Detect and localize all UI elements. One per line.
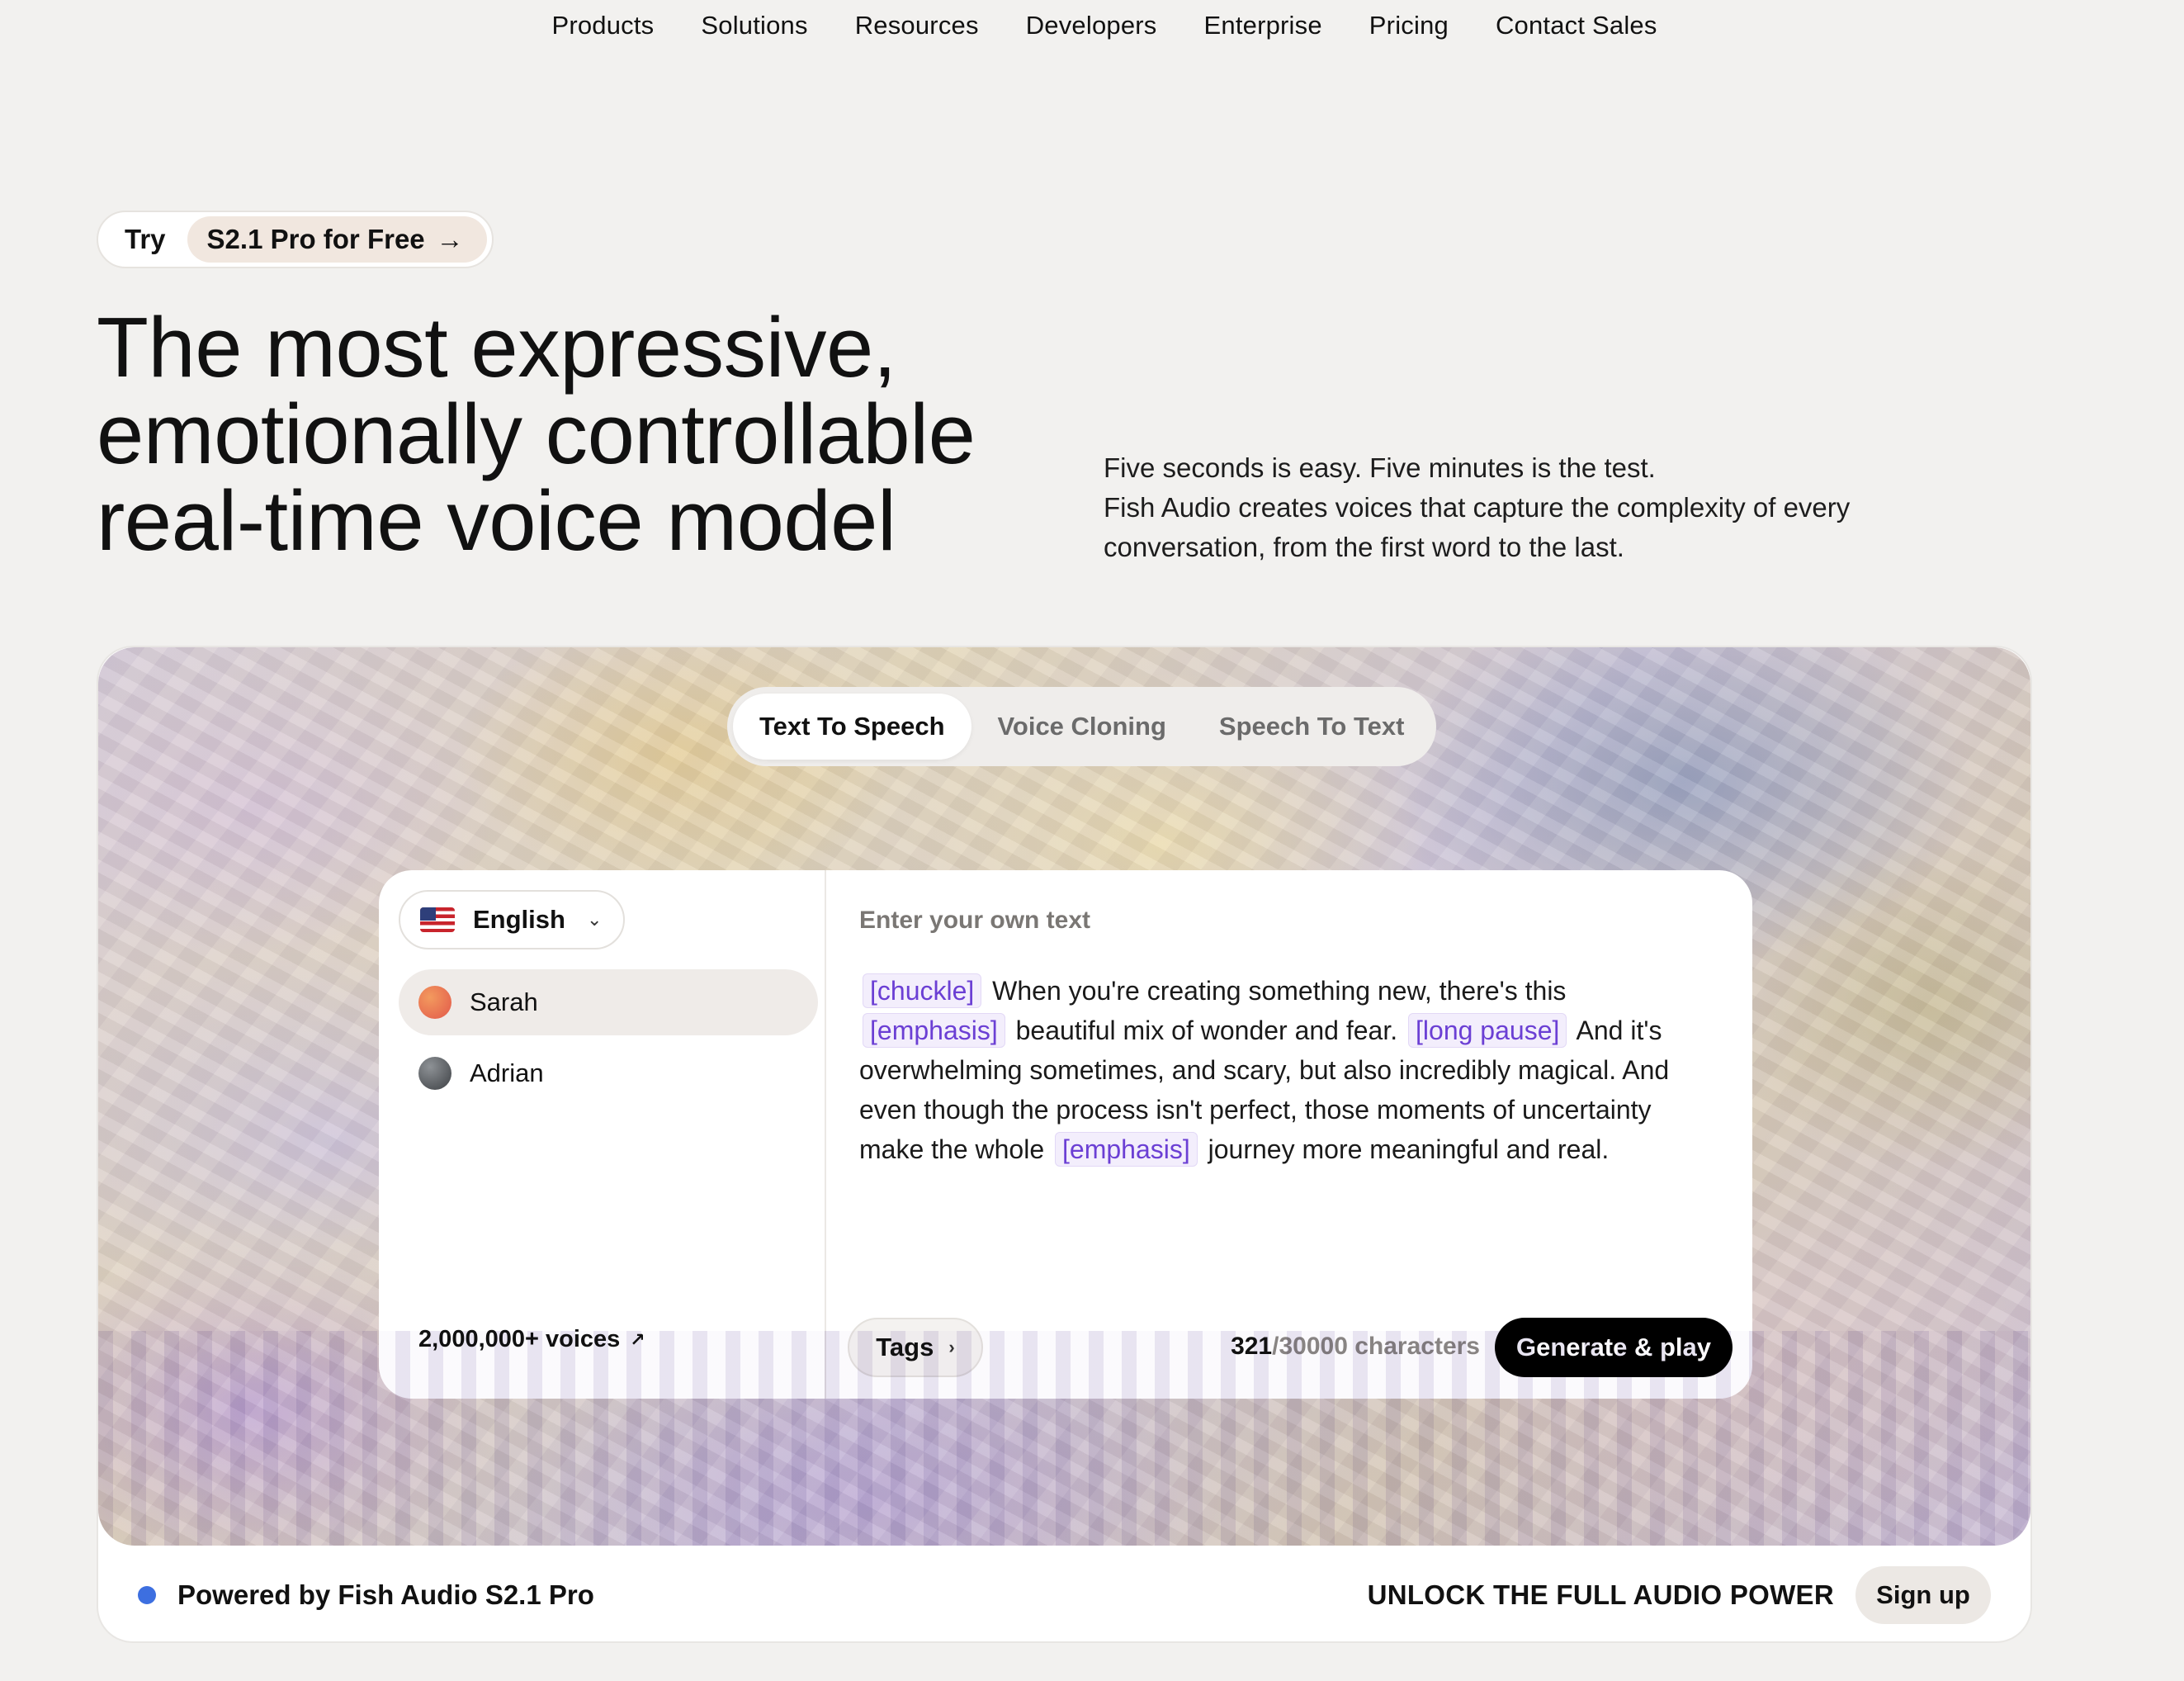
- text-segment: journey more meaningful and real.: [1208, 1134, 1610, 1164]
- mode-tabs: Text To Speech Voice Cloning Speech To T…: [727, 687, 1437, 766]
- powered-by-label: Powered by Fish Audio S2.1 Pro: [177, 1579, 594, 1610]
- tab-text-to-speech[interactable]: Text To Speech: [733, 694, 971, 760]
- demo-footer: Powered by Fish Audio S2.1 Pro UNLOCK TH…: [98, 1546, 2030, 1641]
- text-segment: beautiful mix of wonder and fear.: [1015, 1016, 1398, 1045]
- emotion-tag[interactable]: [emphasis]: [1055, 1132, 1198, 1167]
- nav-developers[interactable]: Developers: [1026, 11, 1157, 40]
- nav-contact-sales[interactable]: Contact Sales: [1496, 11, 1657, 40]
- tts-panel: English ⌄ Sarah Adrian 2,000,000+ voices…: [379, 870, 1752, 1399]
- chevron-right-icon: ›: [948, 1337, 955, 1357]
- arrow-up-right-icon: ↗: [630, 1328, 645, 1350]
- nav-solutions[interactable]: Solutions: [701, 11, 807, 40]
- us-flag-icon: [420, 907, 455, 932]
- voice-item-sarah[interactable]: Sarah: [399, 969, 818, 1035]
- headline-line: real-time voice model: [97, 473, 896, 568]
- nav-products[interactable]: Products: [551, 11, 654, 40]
- voices-link-label: 2,000,000+ voices: [418, 1326, 621, 1352]
- emotion-tag[interactable]: [long pause]: [1408, 1013, 1567, 1048]
- arrow-right-icon: →: [436, 224, 464, 254]
- voice-avatar: [418, 1057, 451, 1090]
- text-editor[interactable]: Enter your own text [chuckle] When you'r…: [826, 870, 1752, 1399]
- voices-library-link[interactable]: 2,000,000+ voices ↗: [418, 1326, 645, 1353]
- tags-button[interactable]: Tags ›: [848, 1318, 983, 1377]
- emotion-tag[interactable]: [chuckle]: [863, 973, 982, 1008]
- voice-sidebar: English ⌄ Sarah Adrian 2,000,000+ voices…: [379, 870, 826, 1399]
- unlock-label: UNLOCK THE FULL AUDIO POWER: [1367, 1579, 1834, 1610]
- generate-play-button[interactable]: Generate & play: [1495, 1318, 1733, 1377]
- status-dot-icon: [138, 1586, 156, 1604]
- signup-button[interactable]: Sign up: [1855, 1566, 1991, 1624]
- page: Products Solutions Resources Developers …: [0, 0, 2184, 1681]
- subcopy-line: Five seconds is easy. Five minutes is th…: [1104, 452, 1656, 483]
- headline-line: The most expressive,: [97, 300, 896, 395]
- text-segment: When you're creating something new, ther…: [992, 976, 1567, 1006]
- tags-button-label: Tags: [876, 1333, 934, 1361]
- tab-speech-to-text[interactable]: Speech To Text: [1193, 694, 1431, 760]
- painting-background: Text To Speech Voice Cloning Speech To T…: [98, 647, 2030, 1546]
- hero-subcopy: Five seconds is easy. Five minutes is th…: [1104, 448, 1929, 567]
- demo-card: Text To Speech Voice Cloning Speech To T…: [97, 646, 2032, 1643]
- promo-pill-label: S2.1 Pro for Free: [206, 224, 425, 254]
- language-label: English: [473, 905, 565, 934]
- chevron-down-icon: ⌄: [586, 909, 603, 930]
- character-count-used: 321: [1231, 1333, 1273, 1360]
- voice-item-adrian[interactable]: Adrian: [399, 1040, 818, 1106]
- text-input-area[interactable]: [chuckle] When you're creating something…: [859, 971, 1718, 1169]
- promo-banner[interactable]: Try S2.1 Pro for Free →: [97, 211, 494, 268]
- language-select[interactable]: English ⌄: [399, 890, 625, 949]
- subcopy-line: conversation, from the first word to the…: [1104, 532, 1624, 562]
- promo-try-label: Try: [125, 224, 166, 254]
- top-nav: Products Solutions Resources Developers …: [0, 0, 2184, 51]
- voice-name: Sarah: [470, 987, 538, 1016]
- voice-avatar: [418, 986, 451, 1019]
- character-count: 321/30000 characters: [1231, 1333, 1480, 1361]
- tab-voice-cloning[interactable]: Voice Cloning: [971, 694, 1193, 760]
- headline-line: emotionally controllable: [97, 386, 976, 481]
- character-count-limit: /30000 characters: [1272, 1333, 1480, 1360]
- text-input-placeholder: Enter your own text: [859, 907, 1091, 934]
- promo-pill[interactable]: S2.1 Pro for Free →: [187, 216, 487, 263]
- hero-headline: The most expressive, emotionally control…: [97, 304, 1046, 564]
- nav-enterprise[interactable]: Enterprise: [1204, 11, 1322, 40]
- emotion-tag[interactable]: [emphasis]: [863, 1013, 1005, 1048]
- subcopy-line: Fish Audio creates voices that capture t…: [1104, 492, 1851, 523]
- nav-resources[interactable]: Resources: [855, 11, 979, 40]
- voice-name: Adrian: [470, 1058, 544, 1087]
- nav-pricing[interactable]: Pricing: [1369, 11, 1449, 40]
